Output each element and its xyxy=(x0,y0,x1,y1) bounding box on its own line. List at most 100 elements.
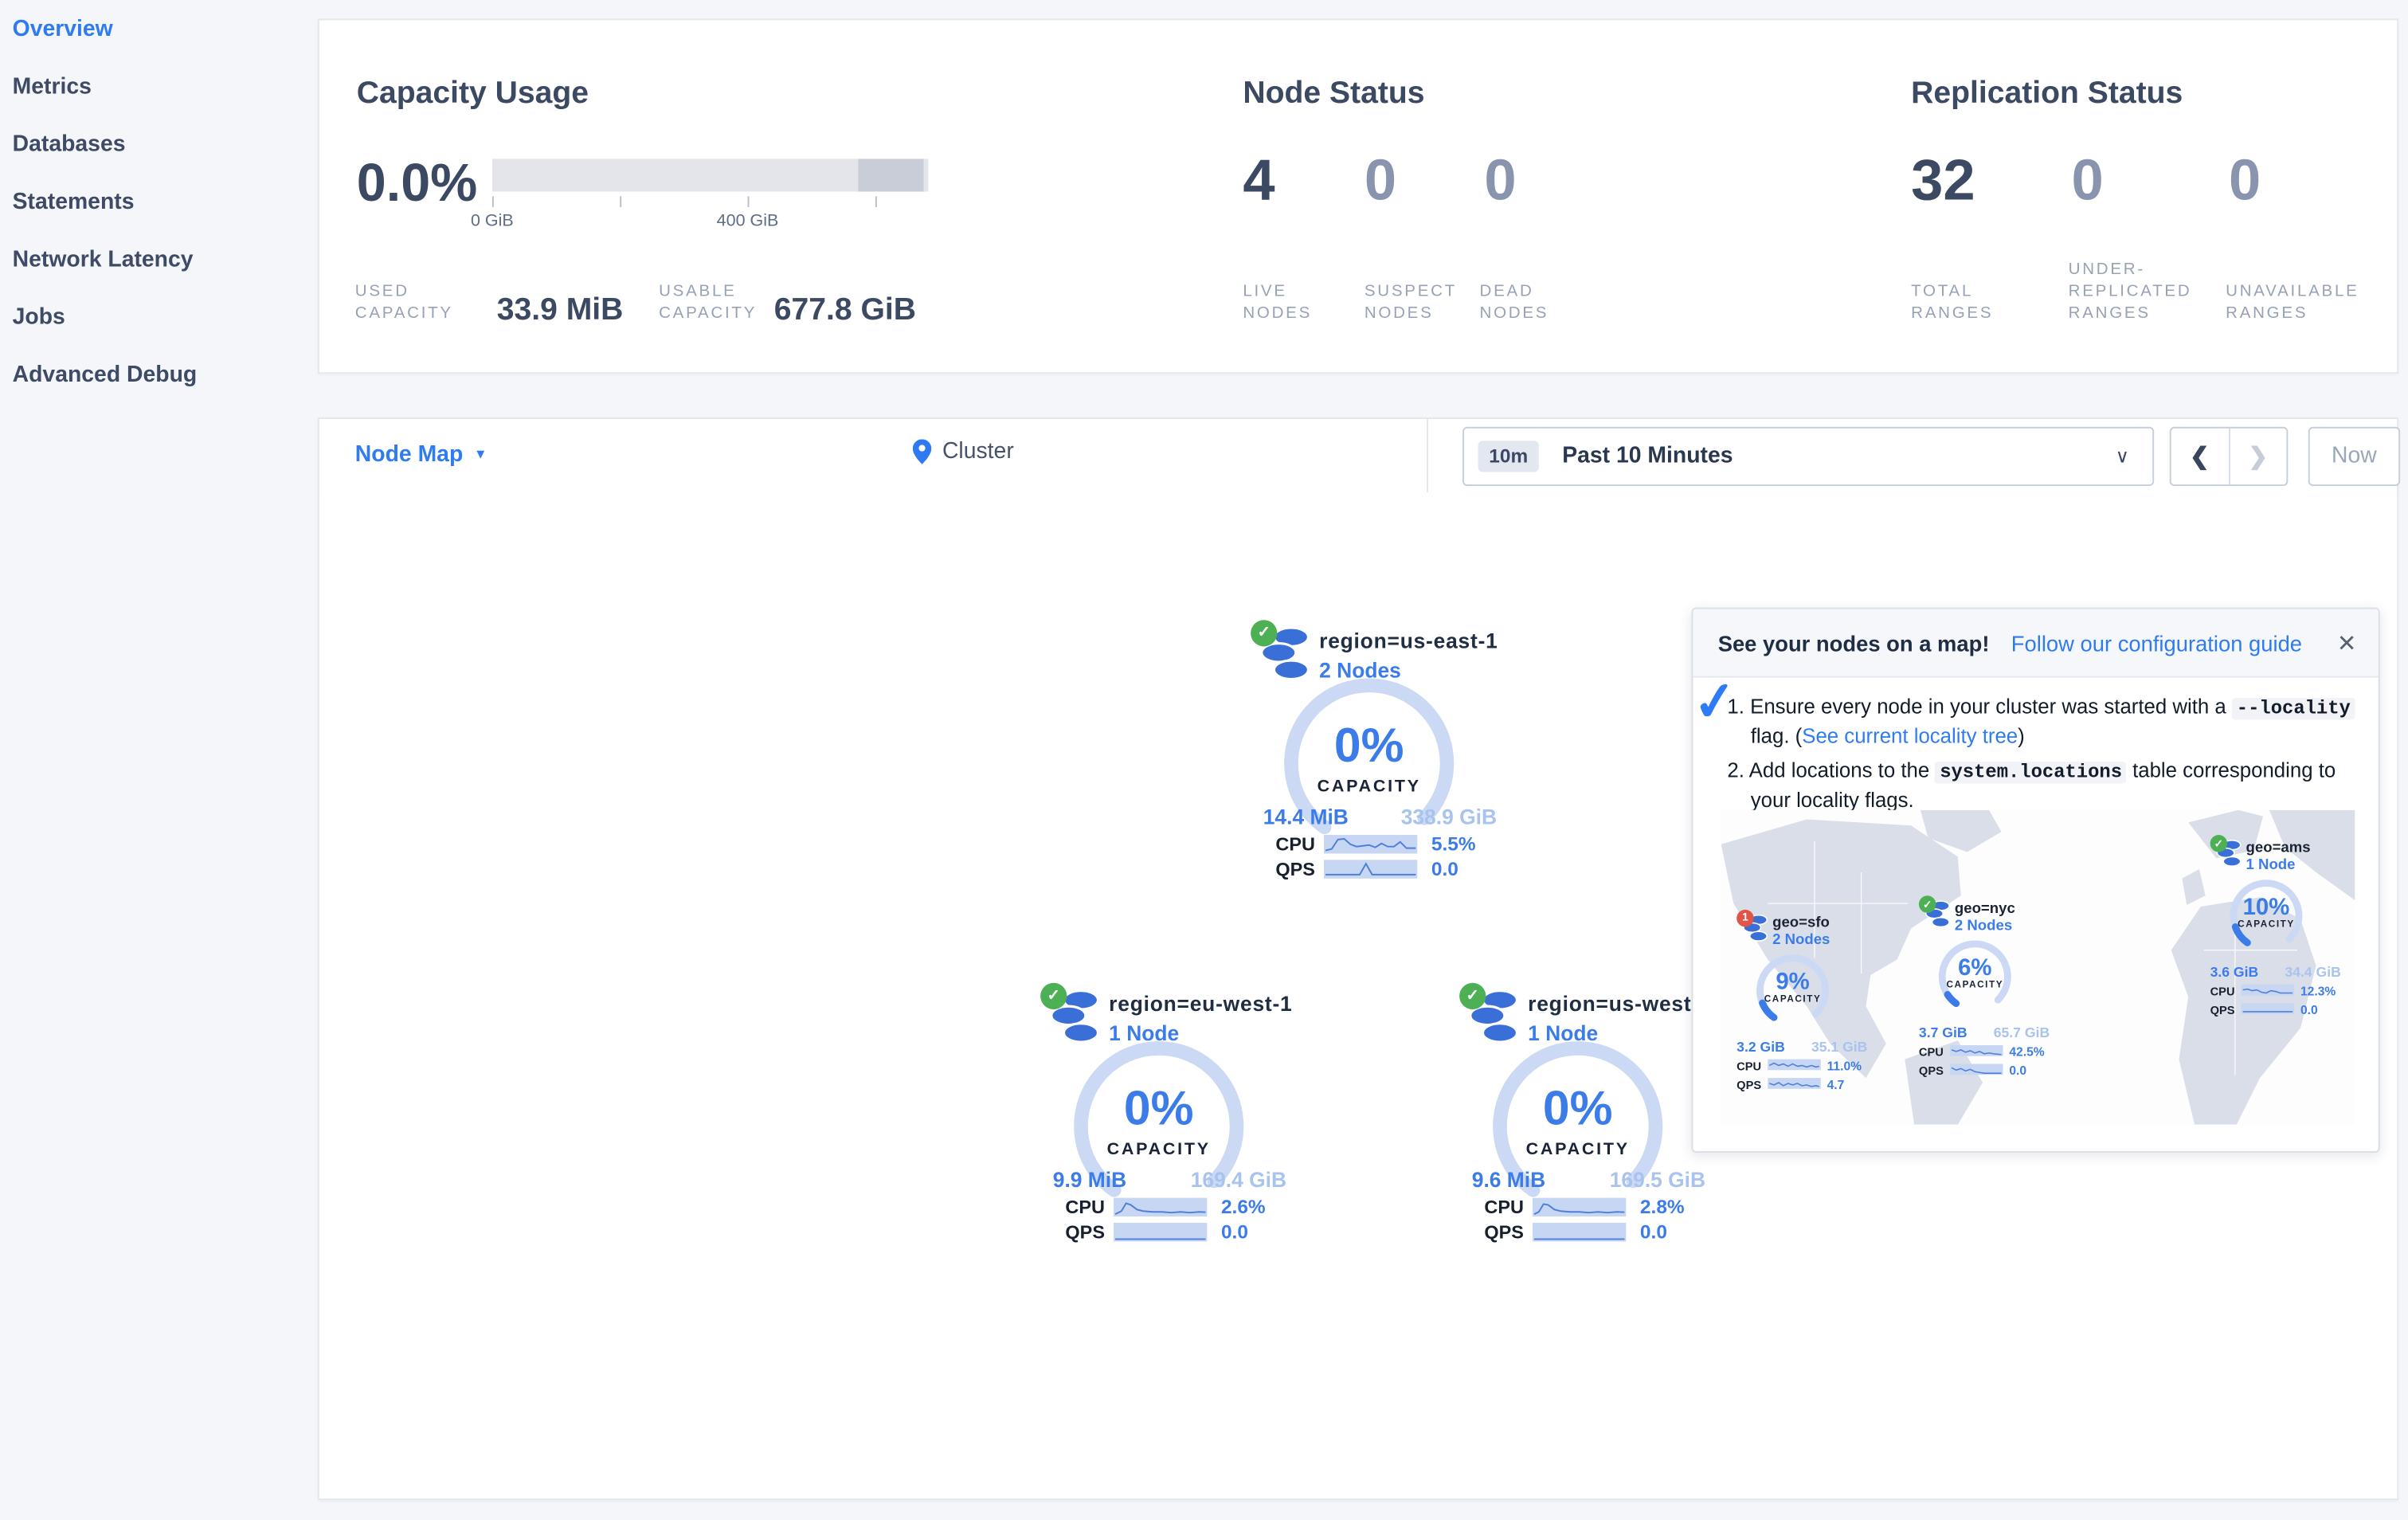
label-line: CAPACITY xyxy=(659,304,758,323)
sidebar-item-databases[interactable]: Databases xyxy=(0,116,316,173)
configuration-guide-link[interactable]: Follow our configuration guide xyxy=(2011,630,2302,655)
time-nav-group: ❮ ❯ xyxy=(2169,426,2289,487)
setup-step-1: 1. Ensure every node in your cluster was… xyxy=(1727,693,2356,752)
qps-value: 0.0 xyxy=(2300,1003,2318,1017)
close-icon[interactable]: ✕ xyxy=(2337,629,2357,656)
error-badge: 1 xyxy=(1737,909,1754,927)
capacity-percent: 6% xyxy=(1958,954,1992,981)
healthy-check-icon: ✓ xyxy=(1251,620,1278,647)
axis-tick xyxy=(875,196,877,208)
live-nodes-label: LIVE NODES xyxy=(1243,280,1312,324)
total-capacity: 34.4 GiB xyxy=(2285,964,2341,980)
region-name: region=eu-west-1 xyxy=(1109,992,1293,1016)
healthy-check-icon: ✓ xyxy=(1040,982,1067,1010)
capacity-label: CAPACITY xyxy=(1525,1140,1630,1159)
sidebar-item-metrics[interactable]: Metrics xyxy=(0,57,316,115)
qps-sparkline xyxy=(1114,1222,1208,1242)
label-line: UNAVAILABLE xyxy=(2226,281,2359,301)
db-console-overview-page: Overview Metrics Databases Statements Ne… xyxy=(0,0,2408,1520)
label-line: SUSPECT xyxy=(1364,281,1457,301)
dead-nodes-label: DEAD NODES xyxy=(1480,280,1549,324)
unavailable-label: UNAVAILABLE RANGES xyxy=(2226,280,2359,324)
time-range-dropdown[interactable]: 10m Past 10 Minutes ∨ xyxy=(1462,426,2155,487)
qps-sparkline xyxy=(1533,1222,1627,1242)
view-mode-dropdown[interactable]: Node Map ▾ xyxy=(355,442,484,467)
geo-name: geo=nyc xyxy=(1954,900,2015,918)
label-line: UNDER- xyxy=(2068,260,2145,279)
sidebar-item-statements[interactable]: Statements xyxy=(0,173,316,230)
label-line: CAPACITY xyxy=(354,304,453,323)
geo-nodes: 2 Nodes xyxy=(1772,931,1830,949)
step-complete-check-icon: ✓ xyxy=(1690,670,1740,735)
replication-status-title: Replication Status xyxy=(1911,76,2183,111)
under-replicated-count: 0 xyxy=(2071,147,2104,212)
setup-step-2: 2. Add locations to the system.locations… xyxy=(1727,757,2356,816)
capacity-label: CAPACITY xyxy=(1764,995,1822,1005)
capacity-bar-used-segment xyxy=(858,159,924,192)
axis-tick xyxy=(620,196,622,208)
step-text: ) xyxy=(2018,724,2025,749)
cpu-sparkline xyxy=(1768,1059,1821,1071)
healthy-check-icon: ✓ xyxy=(1918,895,1936,913)
sidebar-item-advanced-debug[interactable]: Advanced Debug xyxy=(0,346,316,403)
region-card-us-west-1: ✓ region=us-west-1 1 Node 0% CAPACITY 9.… xyxy=(1441,982,1715,1251)
sidebar-item-jobs[interactable]: Jobs xyxy=(0,288,316,346)
cpu-value: 11.0% xyxy=(1827,1059,1862,1074)
cpu-label: CPU xyxy=(1737,1059,1762,1074)
qps-label: QPS xyxy=(1918,1064,1944,1079)
locality-tree-link[interactable]: See current locality tree xyxy=(1802,725,2018,748)
axis-tick xyxy=(747,196,750,208)
system-locations-code: system.locations xyxy=(1935,762,2127,784)
qps-sparkline xyxy=(1950,1064,2003,1075)
qps-label: QPS xyxy=(1275,858,1315,880)
popup-header: See your nodes on a map! Follow our conf… xyxy=(1693,609,2379,678)
qps-sparkline xyxy=(1324,860,1418,879)
label-line: LIVE xyxy=(1243,281,1287,301)
suspect-nodes-label: SUSPECT NODES xyxy=(1365,280,1457,324)
region-name: region=us-west-1 xyxy=(1528,992,1712,1016)
step-text: Ensure every node in your cluster was st… xyxy=(1750,695,2232,719)
popup-steps: ✓ 1. Ensure every node in your cluster w… xyxy=(1690,671,2378,817)
time-next-button[interactable]: ❯ xyxy=(2230,429,2286,484)
qps-value: 4.7 xyxy=(1827,1078,1845,1092)
qps-label: QPS xyxy=(1484,1220,1524,1244)
cpu-label: CPU xyxy=(1484,1196,1524,1219)
unavailable-count: 0 xyxy=(2229,147,2261,212)
sidebar-item-overview[interactable]: Overview xyxy=(0,0,316,57)
breadcrumb[interactable]: Cluster xyxy=(912,439,1014,464)
toolbar-divider xyxy=(1427,418,1429,492)
view-mode-label: Node Map xyxy=(354,442,464,468)
used-capacity-value: 33.9 MiB xyxy=(496,292,624,327)
geo-nodes: 2 Nodes xyxy=(1954,917,2013,935)
cluster-summary-panel: Capacity Usage 0.0% 0 GiB 400 GiB USED C… xyxy=(317,18,2399,374)
used-capacity: 14.4 MiB xyxy=(1263,805,1349,829)
qps-sparkline xyxy=(1768,1078,1821,1089)
time-range-badge: 10m xyxy=(1478,441,1539,472)
region-card-us-east-1: ✓ region=us-east-1 2 Nodes 0% CAPACITY 1… xyxy=(1232,620,1506,887)
label-line: REPLICATED xyxy=(2068,281,2192,301)
qps-label: QPS xyxy=(1737,1078,1762,1092)
qps-value: 0.0 xyxy=(1431,858,1459,880)
now-button[interactable]: Now xyxy=(2308,426,2401,487)
label-line: NODES xyxy=(1364,304,1434,323)
used-capacity: 9.6 MiB xyxy=(1471,1168,1546,1192)
axis-tick-label: 0 GiB xyxy=(470,211,514,231)
sidebar-item-network-latency[interactable]: Network Latency xyxy=(0,230,316,288)
time-prev-button[interactable]: ❮ xyxy=(2171,428,2230,485)
total-ranges-label: TOTAL RANGES xyxy=(1911,280,1993,324)
cpu-value: 42.5% xyxy=(2009,1045,2045,1060)
cpu-sparkline xyxy=(1533,1197,1627,1217)
capacity-percent: 0.0% xyxy=(356,154,478,214)
qps-label: QPS xyxy=(1065,1220,1105,1244)
dead-nodes-count: 0 xyxy=(1484,147,1517,212)
capacity-percent: 0% xyxy=(1542,1080,1613,1136)
label-line: TOTAL xyxy=(1911,281,1974,301)
capacity-percent: 10% xyxy=(2242,894,2290,921)
label-line: USED xyxy=(354,281,409,301)
cpu-value: 12.3% xyxy=(2300,984,2336,999)
cpu-value: 2.8% xyxy=(1639,1196,1685,1219)
region-card-eu-west-1: ✓ region=eu-west-1 1 Node 0% CAPACITY 9.… xyxy=(1022,982,1296,1251)
qps-value: 0.0 xyxy=(2009,1064,2027,1079)
chevron-down-icon: ∨ xyxy=(2115,445,2129,468)
total-capacity: 169.4 GiB xyxy=(1190,1168,1287,1192)
